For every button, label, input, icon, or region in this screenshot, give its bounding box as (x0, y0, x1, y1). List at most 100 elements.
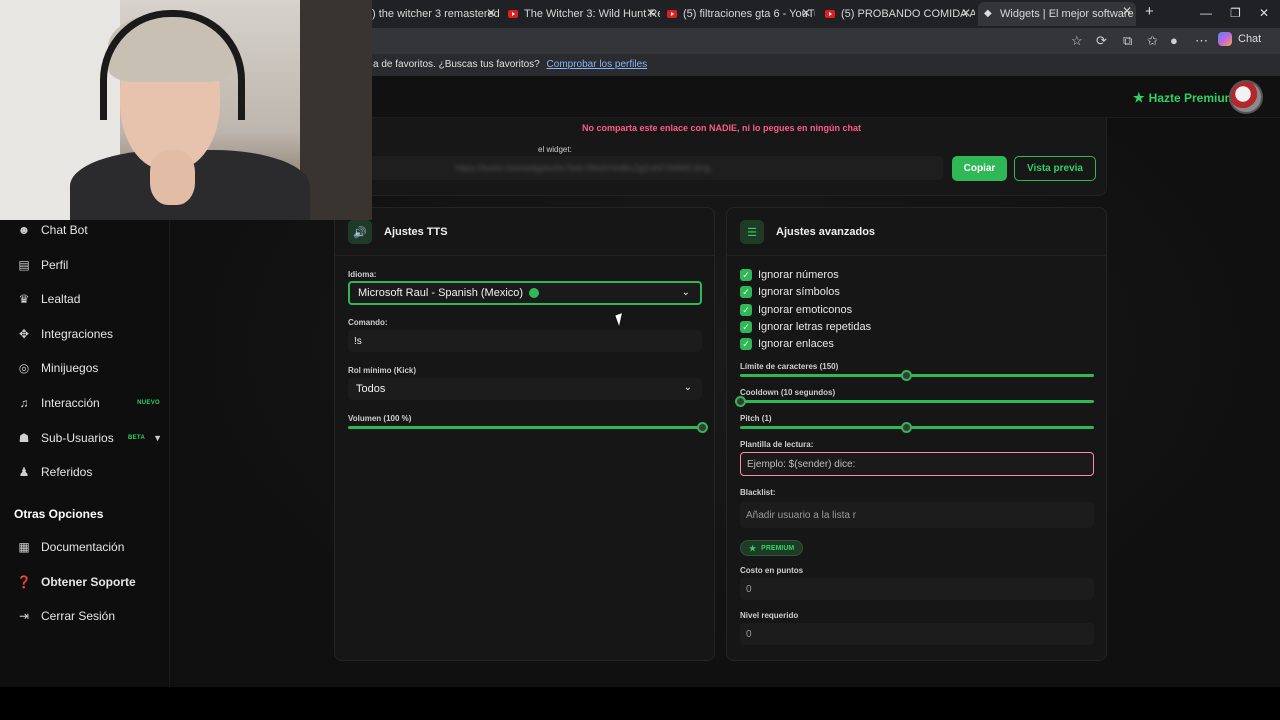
pitch-slider[interactable] (740, 422, 1094, 433)
more-options-icon[interactable]: ⋯ (1195, 33, 1208, 49)
cooldown-label: Cooldown (10 segundos) (740, 388, 836, 397)
screen: ) the witcher 3 remastered - You ✕ The W… (0, 0, 1280, 720)
sidebar-item-label: Referidos (41, 465, 93, 479)
widget-link-card: No comparta este enlace con NADIE, ni lo… (334, 118, 1107, 196)
checkbox-label: Ignorar emoticonos (758, 304, 853, 316)
sidebar-item-documentacion[interactable]: ▦ Documentación (0, 533, 170, 561)
browser-tab[interactable]: (5) filtraciones gta 6 - YouTube ✕ (667, 4, 815, 24)
close-tab-icon[interactable]: ✕ (646, 6, 656, 20)
new-tab-icon[interactable]: + (1145, 3, 1154, 20)
card-title: Ajustes TTS (384, 226, 448, 238)
checkbox-label: Ignorar letras repetidas (758, 321, 872, 333)
youtube-icon (667, 10, 677, 18)
close-window-icon[interactable]: ✕ (1259, 6, 1269, 20)
sidebar-item-interaccion[interactable]: ♫ Interacción NUEVO (0, 389, 170, 417)
profile-icon[interactable]: ● (1170, 33, 1178, 48)
language-value: Microsoft Raul - Spanish (Mexico) (358, 287, 524, 299)
widget-url-field[interactable]: https://botrix.live/widgets/tts?bid=RkdV… (335, 156, 943, 180)
command-input[interactable]: !s (348, 330, 702, 352)
premium-badge-label: PREMIUM (761, 544, 795, 552)
close-tab-icon[interactable]: ✕ (486, 6, 496, 20)
checkbox-ignore-links[interactable]: ✓ Ignorar enlaces (740, 338, 834, 350)
browser-tab[interactable]: ) the witcher 3 remastered - You ✕ (372, 4, 500, 24)
sidebar-item-label: Perfil (41, 258, 69, 272)
preview-button[interactable]: Vista previa (1014, 156, 1096, 181)
webcam-background (300, 0, 372, 220)
sidebar-item-lealtad[interactable]: ♛ Lealtad (0, 285, 170, 313)
sidebar-item-label: Minijuegos (41, 361, 99, 375)
close-tab-icon[interactable]: ✕ (1122, 4, 1132, 18)
copilot-chat-button[interactable]: Chat (1218, 32, 1261, 46)
sidebar-item-perfil[interactable]: ▤ Perfil (0, 251, 170, 279)
slider-thumb[interactable] (735, 396, 746, 407)
star-favorite-icon[interactable]: ☆ (1071, 33, 1083, 49)
char-limit-slider[interactable] (740, 370, 1094, 381)
book-icon: ▦ (18, 540, 30, 554)
template-input[interactable]: Ejemplo: $(sender) dice: (740, 452, 1094, 476)
star-icon: ★ (1133, 90, 1145, 105)
copy-button[interactable]: Copiar (952, 156, 1007, 181)
sidebar-item-sub-usuarios[interactable]: ☗ Sub-Usuarios BETA ▼ (0, 424, 170, 452)
minimize-icon[interactable]: — (1200, 6, 1212, 20)
close-tab-icon[interactable]: ✕ (801, 6, 811, 20)
restore-icon[interactable]: ❐ (1230, 6, 1241, 20)
sidebar-item-label: Obtener Soporte (41, 575, 136, 589)
gamepad-icon: ◎ (18, 361, 30, 375)
robot-icon: ☻ (17, 223, 31, 237)
tab-title: (5) filtraciones gta 6 - YouTube (683, 8, 815, 20)
star-icon: ★ (749, 543, 757, 553)
role-select[interactable]: Todos ⌄ (348, 378, 702, 400)
cooldown-slider[interactable] (735, 396, 1094, 407)
check-icon: ✓ (740, 304, 752, 316)
checkbox-ignore-symbols[interactable]: ✓ Ignorar símbolos (740, 286, 840, 298)
slider-thumb[interactable] (697, 422, 708, 433)
browser-tab-active[interactable]: ◆ Widgets | El mejor software para p ✕ (978, 2, 1136, 26)
cost-input[interactable]: 0 (740, 578, 1094, 600)
user-icon: ♟ (18, 465, 30, 479)
speaker-icon: 🔊 (348, 220, 372, 244)
webcam-person-hand (150, 150, 195, 205)
tab-title: The Witcher 3: Wild Hunt Remaste (524, 8, 660, 20)
checkbox-ignore-repeated-letters[interactable]: ✓ Ignorar letras repetidas (740, 321, 871, 333)
sidebar-item-soporte[interactable]: ❓ Obtener Soporte (0, 568, 170, 596)
slider-thumb[interactable] (901, 370, 913, 381)
users-icon: ☗ (18, 431, 30, 445)
favorites-icon[interactable]: ✩ (1147, 33, 1158, 49)
refresh-extension-icon[interactable]: ⟳ (1096, 33, 1107, 49)
premium-link[interactable]: ★ Hazte Premium (1133, 90, 1235, 106)
slider-thumb[interactable] (901, 422, 913, 433)
checkbox-label: Ignorar enlaces (758, 338, 834, 350)
new-badge: NUEVO (137, 400, 160, 406)
help-icon: ❓ (16, 575, 32, 589)
sidebar-item-referidos[interactable]: ♟ Referidos (0, 458, 170, 486)
close-tab-icon[interactable]: ✕ (961, 6, 971, 20)
widget-url-label: el widget: (538, 145, 572, 154)
split-screen-icon[interactable]: ⧉ (1123, 33, 1132, 49)
volume-slider[interactable] (348, 422, 708, 433)
sidebar-item-label: Sub-Usuarios (41, 431, 114, 445)
section-title-other-options: Otras Opciones (14, 507, 104, 521)
checkbox-ignore-emotes[interactable]: ✓ Ignorar emoticonos (740, 304, 852, 316)
favorites-message: a de favoritos. ¿Buscas tus favoritos? (373, 59, 540, 70)
language-select[interactable]: Microsoft Raul - Spanish (Mexico) ⌄ (348, 281, 702, 305)
sidebar-item-chat-bot[interactable]: ☻ Chat Bot (0, 216, 170, 244)
chevron-down-icon: ⌄ (683, 382, 692, 393)
checkbox-label: Ignorar símbolos (758, 286, 840, 298)
avatar[interactable] (1229, 80, 1263, 114)
browser-tab[interactable]: (5) PROBANDO COMIDA ARGENTI ✕ (825, 4, 975, 24)
card-header: ☰ Ajustes avanzados (727, 208, 1106, 256)
sidebar-item-cerrar-sesion[interactable]: ⇥ Cerrar Sesión (0, 602, 170, 630)
sidebar-item-label: Cerrar Sesión (41, 609, 116, 623)
checkbox-ignore-numbers[interactable]: ✓ Ignorar números (740, 269, 839, 281)
level-input[interactable]: 0 (740, 623, 1094, 645)
check-icon: ✓ (740, 286, 752, 298)
browser-tab[interactable]: The Witcher 3: Wild Hunt Remaste ✕ (508, 4, 660, 24)
blacklist-input[interactable]: Añadir usuario a la lista r (740, 502, 1094, 528)
premium-badge: ★ PREMIUM (740, 540, 804, 556)
chevron-down-icon[interactable]: ▼ (153, 433, 162, 443)
sidebar-item-integraciones[interactable]: ✥ Integraciones (0, 320, 170, 348)
favorites-link[interactable]: Comprobar los perfiles (547, 59, 648, 70)
sidebar-item-minijuegos[interactable]: ◎ Minijuegos (0, 354, 170, 382)
char-limit-label: Límite de caracteres (150) (740, 362, 839, 371)
checkbox-label: Ignorar números (758, 269, 839, 281)
